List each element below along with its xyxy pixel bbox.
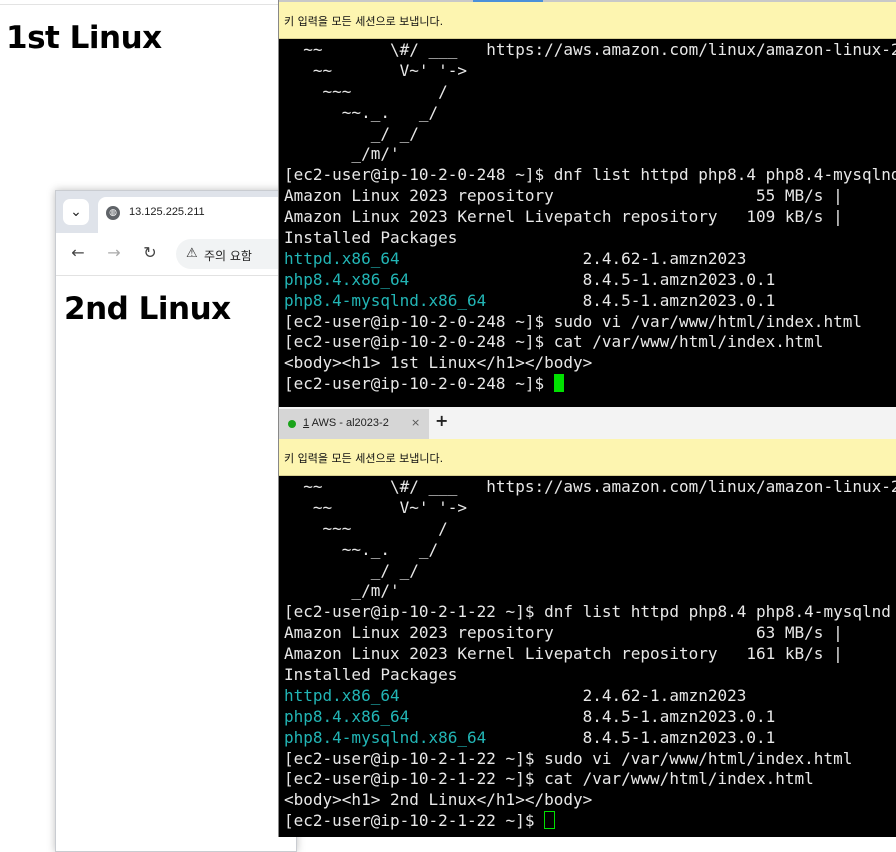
browser-tab[interactable]: ◍ 13.125.225.211 [98,197,308,233]
terminal-line: Amazon Linux 2023 Kernel Livepatch repos… [284,644,843,664]
terminal-line: [ec2-user@ip-10-2-0-248 ~]$ cat /var/www… [284,332,824,352]
package-name: php8.4-mysqlnd.x86_64 [284,290,487,310]
package-row: php8.4-mysqlnd.x86_64 8.4.5-1.amzn2023.0… [284,728,896,749]
package-row: php8.4.x86_64 8.4.5-1.amzn2023.0.1 [284,270,896,291]
package-row: php8.4-mysqlnd.x86_64 8.4.5-1.amzn2023.0… [284,291,896,312]
terminal-line: <body><h1> 2nd Linux</h1></body> [284,790,593,810]
terminal-line: ~~._. _/ [284,539,439,559]
terminal-line: [ec2-user@ip-10-2-0-248 ~]$ sudo vi /var… [284,311,862,331]
chevron-down-icon[interactable]: ⌄ [63,199,89,225]
browser-tab-title: 13.125.225.211 [129,206,205,218]
terminal-line: Amazon Linux 2023 Kernel Livepatch repos… [284,207,843,227]
globe-icon: ◍ [106,206,120,220]
terminal-output[interactable]: ~~ \#/ ___ https://aws.amazon.com/linux/… [284,40,896,395]
warning-icon: ⚠ [186,246,198,261]
package-version: 8.4.5-1.amzn2023.0.1 [409,269,776,289]
package-name: php8.4.x86_64 [284,706,410,726]
terminal-tab[interactable]: 1 AWS - al2023-2 × [279,409,429,439]
package-name: httpd.x86_64 [284,248,400,268]
package-row: httpd.x86_64 2.4.62-1.amzn2023 [284,249,896,270]
terminal-line: _/m/' [284,581,400,601]
terminal-line: ~~ \#/ ___ https://aws.amazon.com/linux/… [284,40,896,59]
terminal-line: [ec2-user@ip-10-2-1-22 ~]$ cat /var/www/… [284,769,814,789]
terminal-output[interactable]: ~~ \#/ ___ https://aws.amazon.com/linux/… [284,477,896,832]
terminal-line: [ec2-user@ip-10-2-0-248 ~]$ dnf list htt… [284,165,896,185]
package-row: php8.4.x86_64 8.4.5-1.amzn2023.0.1 [284,707,896,728]
browser-tab-bar: ⌄ ◍ 13.125.225.211 [56,191,308,233]
package-version: 2.4.62-1.amzn2023 [399,685,747,705]
prompt-line: [ec2-user@ip-10-2-1-22 ~]$ [284,811,896,832]
browser-toolbar: ← → ↻ ⚠ 주의 요함 [56,233,306,276]
terminal-line: _/ _/ [284,560,419,580]
package-name: httpd.x86_64 [284,685,400,705]
page-heading-2: 2nd Linux [64,291,231,327]
security-label: 주의 요함 [204,249,252,263]
shell-prompt: [ec2-user@ip-10-2-0-248 ~]$ [284,374,554,394]
terminal-line: ~~~ / [284,518,448,538]
terminal-line: ~~ V~' '-> [284,497,468,517]
terminal-line: <body><h1> 1st Linux</h1></body> [284,353,593,373]
broadcast-banner: 키 입력을 모든 세션으로 보냅니다. [279,439,896,476]
cursor [544,811,556,830]
package-version: 8.4.5-1.amzn2023.0.1 [486,290,776,310]
package-row: httpd.x86_64 2.4.62-1.amzn2023 [284,686,896,707]
browser-window-2: ⌄ ◍ 13.125.225.211 ← → ↻ ⚠ 주의 요함 2nd Lin… [55,190,308,852]
terminal-line: ~~ \#/ ___ https://aws.amazon.com/linux/… [284,477,896,496]
package-name: php8.4-mysqlnd.x86_64 [284,727,487,747]
terminal-line: [ec2-user@ip-10-2-1-22 ~]$ sudo vi /var/… [284,748,853,768]
page-heading-1: 1st Linux [6,20,162,56]
terminal-line: _/m/' [284,144,400,164]
prompt-line: [ec2-user@ip-10-2-0-248 ~]$ [284,374,896,395]
terminal-window-1[interactable]: 키 입력을 모든 세션으로 보냅니다. ~~ \#/ ___ https://a… [278,0,896,407]
terminal-tab-label: 1 AWS - al2023-2 [303,417,389,429]
terminal-line: Installed Packages [284,228,458,248]
terminal-line: Amazon Linux 2023 repository 63 MB/s | [284,623,843,643]
terminal-line: ~~._. _/ [284,102,439,122]
shell-prompt: [ec2-user@ip-10-2-1-22 ~]$ [284,811,545,831]
terminal-line: Amazon Linux 2023 repository 55 MB/s | [284,186,843,206]
add-tab-icon[interactable]: + [435,411,448,430]
package-version: 8.4.5-1.amzn2023.0.1 [486,727,776,747]
terminal-line: ~~ V~' '-> [284,60,468,80]
package-name: php8.4.x86_64 [284,269,410,289]
close-icon[interactable]: × [411,416,420,429]
broadcast-banner: 키 입력을 모든 세션으로 보냅니다. [279,2,896,39]
package-version: 8.4.5-1.amzn2023.0.1 [409,706,776,726]
terminal-tab-bar: 1 AWS - al2023-2 × + [279,407,896,440]
reload-icon[interactable]: ↻ [140,243,160,263]
package-version: 2.4.62-1.amzn2023 [399,248,747,268]
broadcast-text: 키 입력을 모든 세션으로 보냅니다. [284,15,444,28]
terminal-line: ~~~ / [284,81,448,101]
connected-status-icon [288,420,296,428]
terminal-window-2[interactable]: 1 AWS - al2023-2 × + 키 입력을 모든 세션으로 보냅니다.… [278,407,896,837]
back-arrow-icon[interactable]: ← [68,243,88,263]
terminal-line: Installed Packages [284,665,458,685]
tab-name: AWS - al2023-2 [309,417,389,429]
broadcast-text: 키 입력을 모든 세션으로 보냅니다. [284,452,444,465]
divider [0,4,278,5]
cursor [553,374,564,393]
terminal-line: [ec2-user@ip-10-2-1-22 ~]$ dnf list http… [284,602,891,622]
terminal-line: _/ _/ [284,123,419,143]
forward-arrow-icon[interactable]: → [104,243,124,263]
